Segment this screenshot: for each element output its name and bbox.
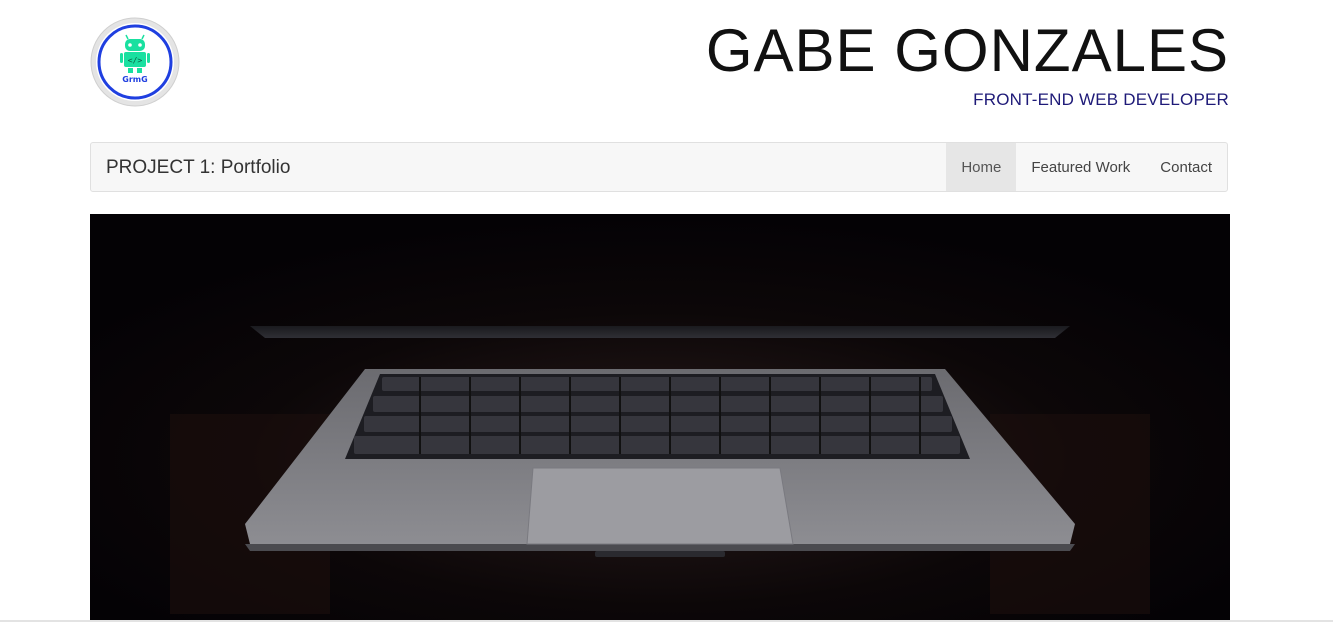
laptop-image: [90, 214, 1230, 622]
site-logo[interactable]: </> GrmG: [90, 17, 180, 107]
navbar-brand[interactable]: PROJECT 1: Portfolio: [106, 143, 290, 191]
hero-image: [90, 214, 1230, 622]
site-title: GABE GONZALES: [705, 17, 1229, 84]
site-subtitle: FRONT-END WEB DEVELOPER: [973, 90, 1229, 109]
logo-text: GrmG: [122, 75, 147, 84]
site-header: GABE GONZALES FRONT-END WEB DEVELOPER: [706, 18, 1229, 110]
svg-text:</>: </>: [128, 56, 143, 65]
nav-link-featured-work[interactable]: Featured Work: [1016, 143, 1145, 191]
nav-links: Home Featured Work Contact: [946, 143, 1227, 191]
navbar: PROJECT 1: Portfolio Home Featured Work …: [90, 142, 1228, 192]
nav-link-contact[interactable]: Contact: [1145, 143, 1227, 191]
robot-logo-icon: </> GrmG: [90, 17, 180, 107]
nav-link-home[interactable]: Home: [946, 143, 1017, 191]
